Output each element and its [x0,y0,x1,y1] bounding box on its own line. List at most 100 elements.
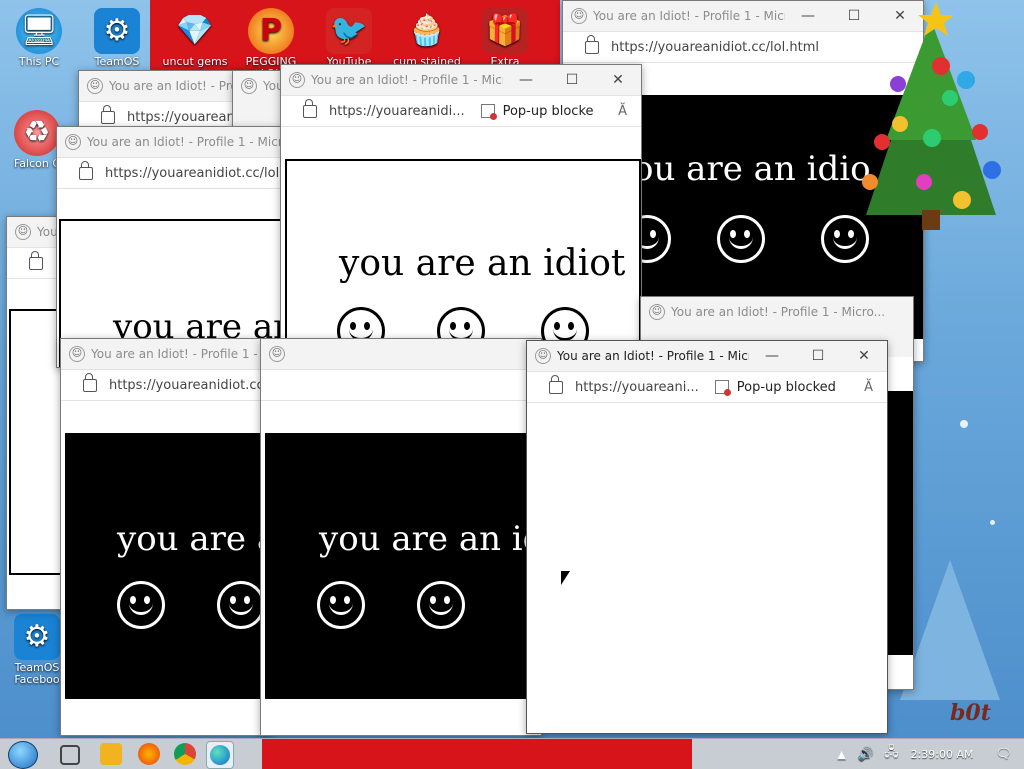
minimize-button[interactable]: — [749,348,795,364]
smiley-favicon-icon: ☺ [571,8,587,24]
start-button[interactable] [8,741,38,769]
address-bar[interactable]: https://youareanidiot.cc/lol. [57,157,307,189]
wallpaper-snowflake [960,420,968,428]
gear-icon: ⚙ [94,8,140,54]
network-icon[interactable]: 🖧 [884,743,899,765]
popup-blocked-icon [714,380,731,396]
system-tray: ▲ 🔊 🖧 2:39:00 AM 🗨 [837,739,1012,769]
smiley-favicon-icon: ☺ [15,224,31,240]
url-text: https://youarean [127,109,235,125]
smiley-icon [117,581,165,629]
desktop-icon-cum-stained[interactable]: 🧁 cum stained [392,8,462,68]
slogan-text: ou are an idio [633,149,871,189]
maximize-button[interactable]: ☐ [795,348,841,364]
url-text: https://youareanidi... [329,103,465,119]
read-aloud-icon[interactable]: Ă [618,104,627,119]
desktop-icon-youtube[interactable]: 🐦 YouTube [314,8,384,68]
clock-time[interactable]: 2:39:00 AM [911,748,974,761]
task-view-icon[interactable] [60,745,80,765]
desktop-icon-label: uncut gems [162,55,228,68]
desktop-icon-uncut-gems[interactable]: 💎 uncut gems [160,8,230,68]
smiley-favicon-icon: ☺ [289,72,305,88]
minimize-button[interactable]: — [785,8,831,24]
address-bar[interactable]: https://youareanidi... Pop-up blocke Ă [281,95,641,127]
window-titlebar[interactable]: ☺ You are an Idiot! - Profile 1 - Micro.… [527,341,887,371]
popup-blocked-indicator[interactable]: Pop-up blocked [714,379,836,396]
taskbar-wallpaper-strip [262,739,692,769]
page-content: you are an id [261,401,541,735]
slogan-text: you are a [117,519,272,559]
desktop-icon-label: TeamOS [94,55,140,68]
smiley-favicon-icon: ☺ [69,346,85,362]
window-titlebar[interactable]: ☺ You are an Idiot! - Profile 1 - Micro.… [281,65,641,95]
wallpaper-signature: b0t [950,700,991,726]
window-titlebar[interactable]: ☺ You are an Idiot! - Profile 1 - Micro.… [61,339,271,369]
maximize-button[interactable]: ☐ [549,72,595,88]
window-title: You are an Idiot! - Profile 1 - Micro... [671,305,886,319]
computer-icon: 🖥 [16,8,62,54]
letter-p-icon: P [248,8,294,54]
window-title: You are an Idiot! - Profile 1 - Micro... [593,9,785,23]
desktop-icon-teamos[interactable]: ⚙ TeamOS [82,8,152,68]
browser-window[interactable]: ☺ you are an id [260,338,542,736]
firefox-icon[interactable] [138,743,160,765]
browser-window-active[interactable]: ☺ You are an Idiot! - Profile 1 - Micro.… [526,340,888,734]
desktop-icon-label: Falcon C [13,157,61,170]
lock-icon [549,374,563,394]
browser-window[interactable]: ☺ You are an Idiot! - Profile 1 - Micro.… [56,126,308,368]
close-button[interactable]: ✕ [841,348,887,364]
edge-icon [210,745,230,765]
smiley-favicon-icon: ☺ [65,134,81,150]
smiley-favicon-icon: ☺ [269,346,285,362]
smiley-favicon-icon: ☺ [649,304,665,320]
address-bar[interactable] [261,369,541,401]
slogan-text: you are an idiot [339,243,626,284]
cake-icon: 🧁 [408,13,446,48]
recycle-icon: ♻ [14,110,60,156]
read-aloud-icon[interactable]: Ă [864,380,873,395]
file-explorer-icon[interactable] [100,743,122,765]
mouse-cursor [561,571,570,585]
address-bar[interactable]: https://youareanidiot.cc [61,369,271,401]
minimize-button[interactable]: — [503,72,549,88]
window-titlebar[interactable]: ☺ You are an Idiot! - Profile 1 - Micro.… [57,127,307,157]
edge-taskbar-button[interactable] [206,741,234,769]
desktop-icon-label: TeamOS Faceboo [14,661,60,686]
page-content: you are a [61,401,271,735]
christmas-tree-icon [862,2,1001,230]
browser-window[interactable]: ☺ You are an Idiot! - Profile 1 - Micro.… [60,338,272,736]
speaker-icon[interactable]: 🔊 [858,747,874,762]
popup-blocked-label: Pop-up blocked [736,379,836,395]
window-title: You are an Idiot! - Profile 1 - Micro... [311,73,503,87]
angry-bird-icon: 🐦 [326,8,372,54]
chrome-icon[interactable] [174,743,196,765]
smiley-favicon-icon: ☺ [241,78,257,94]
notifications-icon[interactable]: 🗨 [995,747,1012,762]
window-titlebar[interactable]: ☺ [261,339,541,369]
address-bar[interactable]: https://youareani... Pop-up blocked Ă [527,371,887,403]
chevron-up-icon[interactable]: ▲ [837,748,845,761]
desktop-icon-extra[interactable]: 🎁 Extra [470,8,540,68]
window-titlebar[interactable]: ☺ You are an Idiot! - Profile 1 - Micro.… [641,297,913,327]
wallpaper-snowflake [990,520,995,525]
close-button[interactable]: ✕ [595,72,641,88]
taskbar: ▲ 🔊 🖧 2:39:00 AM 🗨 [0,738,1024,769]
slogan-text: you are an id [319,519,542,559]
diamond-icon: 💎 [176,13,214,48]
url-text: https://youareanidiot.cc [109,377,264,393]
url-text: https://youareanidiot.cc/lol. [105,165,284,181]
page-content [527,403,887,733]
smiley-icon [417,581,465,629]
smiley-favicon-icon: ☺ [535,348,551,364]
smiley-icon [217,581,265,629]
popup-blocked-icon [480,104,497,120]
wallpaper-tree [900,560,1000,700]
popup-blocked-indicator[interactable]: Pop-up blocke [480,104,594,120]
desktop-icon-this-pc[interactable]: 🖥 This PC [4,8,74,68]
desktop: b0t 🖥 This PC ⚙ TeamOS 💎 uncut gems P PE… [0,0,1024,738]
idiot-panel: you are an id [265,433,542,699]
smiley-icon [317,581,365,629]
lock-icon [83,372,97,392]
lock-icon [303,98,317,118]
window-title: You are an Idiot! - Profile 1 - Micro... [91,347,271,361]
